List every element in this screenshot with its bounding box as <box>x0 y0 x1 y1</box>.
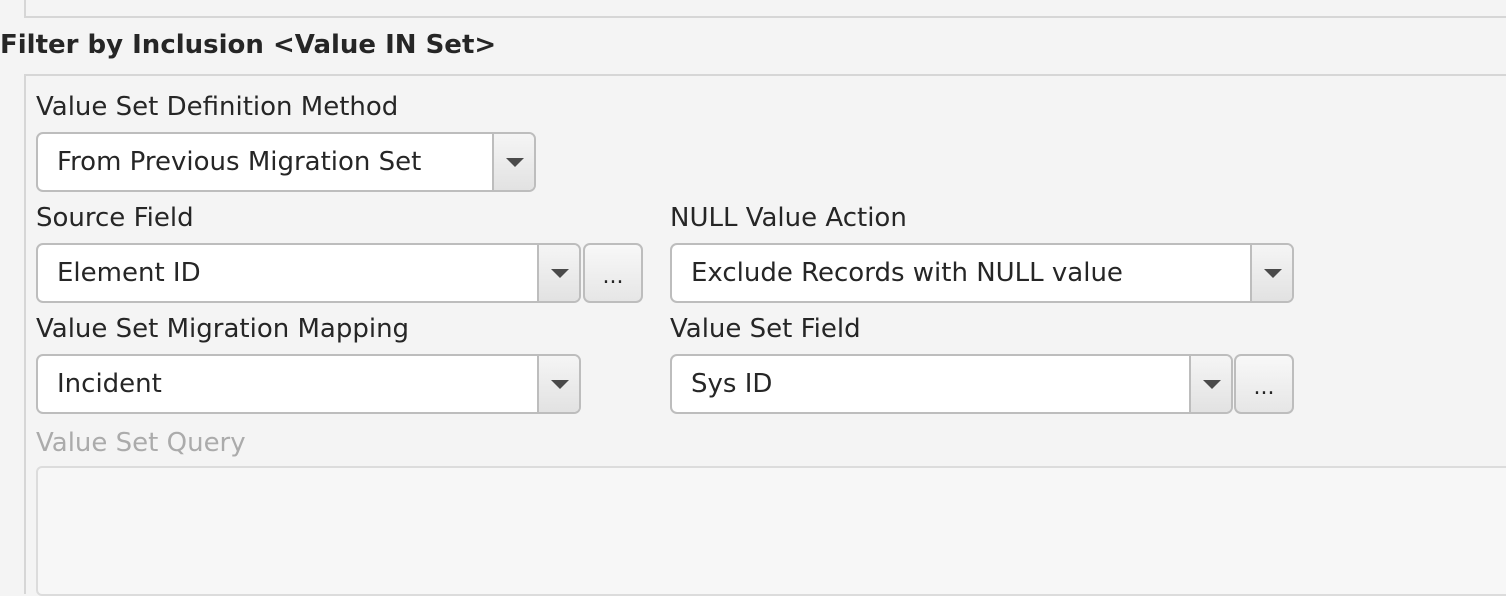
null-value-action-label: NULL Value Action <box>670 203 907 233</box>
chevron-down-icon <box>1203 380 1221 389</box>
previous-panel-border <box>24 0 1506 18</box>
source-field-label: Source Field <box>36 203 194 233</box>
source-field-dropdown-button[interactable] <box>537 245 579 301</box>
source-field-select[interactable]: Element ID <box>36 243 581 303</box>
value-set-definition-method-dropdown-button[interactable] <box>492 134 534 190</box>
null-value-action-dropdown-button[interactable] <box>1250 245 1292 301</box>
value-set-definition-method-select[interactable]: From Previous Migration Set <box>36 132 536 192</box>
chevron-down-icon <box>551 269 569 278</box>
chevron-down-icon <box>551 380 569 389</box>
value-set-migration-mapping-label: Value Set Migration Mapping <box>36 314 410 344</box>
value-set-migration-mapping-value: Incident <box>57 369 162 399</box>
null-value-action-select[interactable]: Exclude Records with NULL value <box>670 243 1294 303</box>
section-title: Filter by Inclusion <Value IN Set> <box>0 30 497 60</box>
source-field-browse-button[interactable]: ... <box>583 243 643 303</box>
value-set-field-browse-button[interactable]: ... <box>1234 354 1294 414</box>
chevron-down-icon <box>1264 269 1282 278</box>
value-set-field-select[interactable]: Sys ID <box>670 354 1233 414</box>
value-set-migration-mapping-dropdown-button[interactable] <box>537 356 579 412</box>
value-set-field-dropdown-button[interactable] <box>1189 356 1231 412</box>
null-value-action-value: Exclude Records with NULL value <box>691 258 1123 288</box>
source-field-value: Element ID <box>57 258 201 288</box>
value-set-definition-method-label: Value Set Definition Method <box>36 92 399 122</box>
value-set-migration-mapping-select[interactable]: Incident <box>36 354 581 414</box>
value-set-field-value: Sys ID <box>691 369 773 399</box>
value-set-query-label: Value Set Query <box>36 428 246 458</box>
value-set-field-label: Value Set Field <box>670 314 861 344</box>
chevron-down-icon <box>506 158 524 167</box>
value-set-definition-method-value: From Previous Migration Set <box>57 147 422 177</box>
